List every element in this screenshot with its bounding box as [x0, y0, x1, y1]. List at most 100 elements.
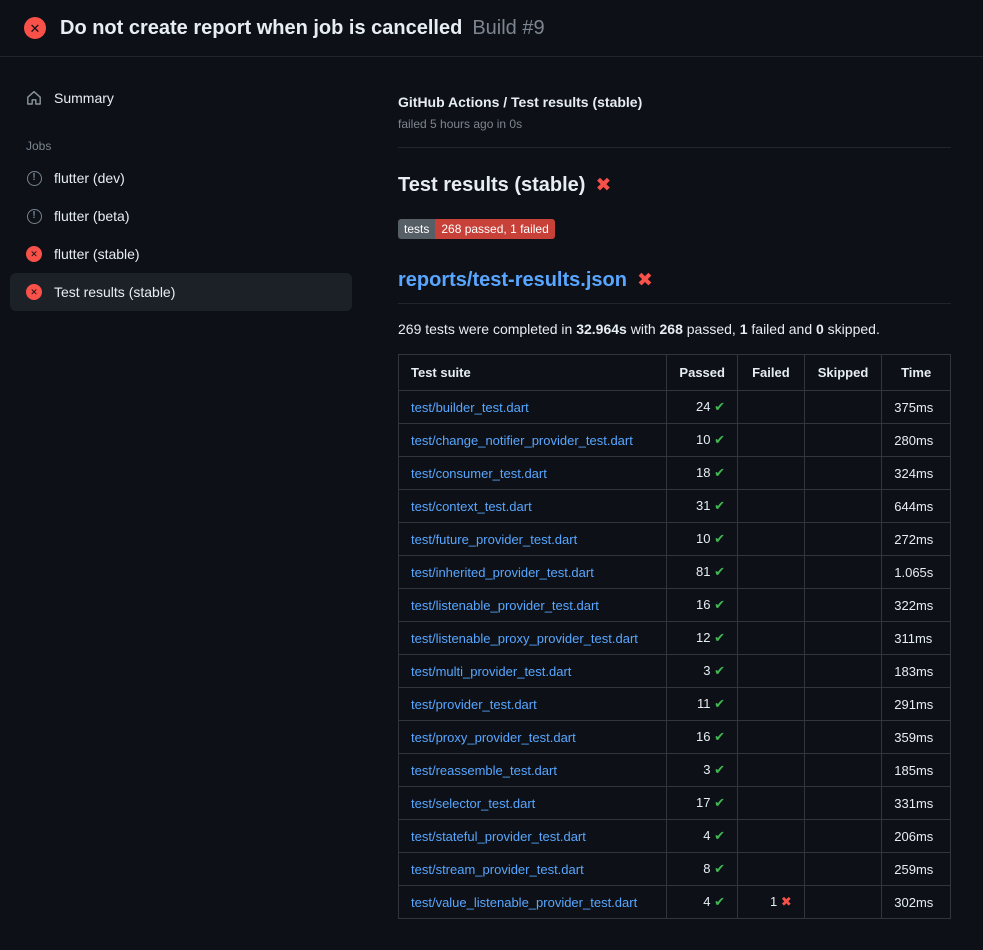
passed-count: 3	[703, 663, 714, 678]
table-row: test/multi_provider_test.dart 3 ✔ 183ms	[399, 655, 951, 688]
check-icon: ✔	[714, 630, 725, 645]
skipped-cell	[804, 457, 881, 490]
skipped-cell	[804, 622, 881, 655]
suite-link[interactable]: test/selector_test.dart	[411, 796, 535, 811]
skipped-cell	[804, 754, 881, 787]
skipped-cell	[804, 688, 881, 721]
failed-cell	[737, 721, 804, 754]
suite-link[interactable]: test/multi_provider_test.dart	[411, 664, 571, 679]
time-cell: 322ms	[882, 589, 951, 622]
time-cell: 324ms	[882, 457, 951, 490]
passed-cell: 10 ✔	[667, 523, 738, 556]
failed-cell	[737, 820, 804, 853]
passed-cell: 10 ✔	[667, 424, 738, 457]
skipped-cell	[804, 655, 881, 688]
sidebar-item-flutter-beta[interactable]: ! flutter (beta)	[10, 197, 352, 235]
badge-label: tests	[398, 219, 435, 239]
passed-count: 16	[696, 597, 714, 612]
check-icon: ✔	[714, 663, 725, 678]
skipped-cell	[804, 589, 881, 622]
sidebar-item-flutter-stable[interactable]: ✕ flutter (stable)	[10, 235, 352, 273]
failed-count: 1	[770, 894, 781, 909]
time-cell: 302ms	[882, 886, 951, 919]
suite-link[interactable]: test/value_listenable_provider_test.dart	[411, 895, 637, 910]
failed-cell	[737, 688, 804, 721]
suite-link[interactable]: test/builder_test.dart	[411, 400, 529, 415]
skipped-cell	[804, 391, 881, 424]
skipped-cell	[804, 490, 881, 523]
page-title: Do not create report when job is cancell…	[60, 17, 545, 40]
section-title: Test results (stable) ✖	[398, 174, 951, 197]
build-number: Build #9	[472, 17, 544, 39]
report-title-link[interactable]: reports/test-results.json ✖	[398, 269, 951, 304]
x-icon: ✖	[637, 271, 653, 290]
job-label: flutter (dev)	[54, 170, 125, 186]
skipped-cell	[804, 886, 881, 919]
check-icon: ✔	[714, 531, 725, 546]
sidebar: Summary Jobs ! flutter (dev) ! flutter (…	[0, 57, 366, 311]
failed-total: 1	[740, 321, 748, 337]
failed-cell	[737, 787, 804, 820]
skipped-total: 0	[816, 321, 824, 337]
suite-link[interactable]: test/listenable_proxy_provider_test.dart	[411, 631, 638, 646]
passed-cell: 8 ✔	[667, 853, 738, 886]
time-cell: 291ms	[882, 688, 951, 721]
report-title-text: reports/test-results.json	[398, 269, 627, 292]
passed-count: 81	[696, 564, 714, 579]
passed-count: 4	[703, 828, 714, 843]
failed-status-icon: ✕	[26, 284, 42, 300]
suite-link[interactable]: test/reassemble_test.dart	[411, 763, 557, 778]
run-status-line: failed 5 hours ago in 0s	[398, 117, 951, 131]
passed-cell: 81 ✔	[667, 556, 738, 589]
passed-count: 18	[696, 465, 714, 480]
suite-link[interactable]: test/inherited_provider_test.dart	[411, 565, 594, 580]
table-row: test/inherited_provider_test.dart 81 ✔ 1…	[399, 556, 951, 589]
time-cell: 206ms	[882, 820, 951, 853]
x-icon: ✖	[595, 176, 611, 195]
section-title-text: Test results (stable)	[398, 174, 585, 197]
table-row: test/consumer_test.dart 18 ✔ 324ms	[399, 457, 951, 490]
job-label: Test results (stable)	[54, 284, 175, 300]
passed-cell: 4 ✔	[667, 820, 738, 853]
table-row: test/stateful_provider_test.dart 4 ✔ 206…	[399, 820, 951, 853]
skipped-cell	[804, 721, 881, 754]
passed-cell: 16 ✔	[667, 721, 738, 754]
failed-cell	[737, 622, 804, 655]
column-header-time: Time	[882, 355, 951, 391]
suite-link[interactable]: test/proxy_provider_test.dart	[411, 730, 576, 745]
passed-count: 3	[703, 762, 714, 777]
suite-link[interactable]: test/stream_provider_test.dart	[411, 862, 584, 877]
check-icon: ✔	[714, 894, 725, 909]
table-row: test/listenable_provider_test.dart 16 ✔ …	[399, 589, 951, 622]
check-icon: ✔	[714, 399, 725, 414]
check-icon: ✔	[714, 564, 725, 579]
time-cell: 644ms	[882, 490, 951, 523]
sidebar-item-flutter-dev[interactable]: ! flutter (dev)	[10, 159, 352, 197]
table-row: test/listenable_proxy_provider_test.dart…	[399, 622, 951, 655]
suite-link[interactable]: test/listenable_provider_test.dart	[411, 598, 599, 613]
passed-count: 10	[696, 432, 714, 447]
neutral-status-icon: !	[26, 208, 42, 224]
column-header-failed: Failed	[737, 355, 804, 391]
suite-link[interactable]: test/consumer_test.dart	[411, 466, 547, 481]
home-icon	[26, 90, 42, 106]
suite-link[interactable]: test/stateful_provider_test.dart	[411, 829, 586, 844]
results-table-body: test/builder_test.dart 24 ✔ 375ms test/c…	[399, 391, 951, 919]
workflow-run-title: Do not create report when job is cancell…	[60, 17, 462, 39]
failed-cell	[737, 457, 804, 490]
suite-link[interactable]: test/future_provider_test.dart	[411, 532, 577, 547]
check-icon: ✔	[714, 729, 725, 744]
check-icon: ✔	[714, 498, 725, 513]
duration-value: 32.964s	[576, 321, 627, 337]
suite-link[interactable]: test/change_notifier_provider_test.dart	[411, 433, 633, 448]
check-icon: ✔	[714, 762, 725, 777]
time-cell: 331ms	[882, 787, 951, 820]
failed-cell	[737, 391, 804, 424]
passed-cell: 17 ✔	[667, 787, 738, 820]
sidebar-item-test-results-stable[interactable]: ✕ Test results (stable)	[10, 273, 352, 311]
suite-link[interactable]: test/context_test.dart	[411, 499, 532, 514]
job-label: flutter (beta)	[54, 208, 129, 224]
suite-link[interactable]: test/provider_test.dart	[411, 697, 537, 712]
skipped-cell	[804, 424, 881, 457]
sidebar-item-summary[interactable]: Summary	[10, 79, 352, 117]
